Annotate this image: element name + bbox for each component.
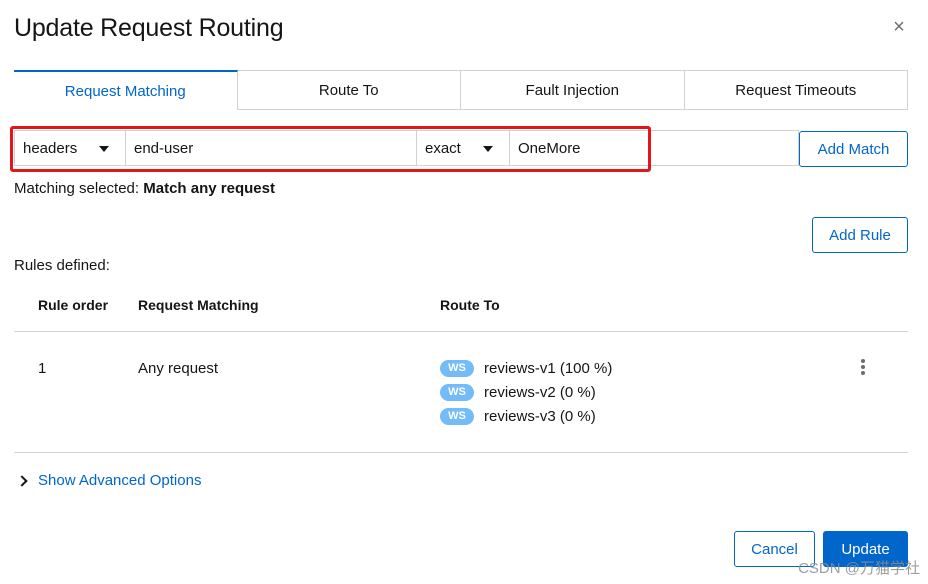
match-operator-value: exact xyxy=(425,139,461,157)
route-text: reviews-v2 (0 %) xyxy=(484,383,596,401)
ws-badge: WS xyxy=(440,383,474,401)
match-operator-select[interactable]: exact xyxy=(416,130,510,166)
match-value-input[interactable]: OneMore xyxy=(509,130,799,166)
match-type-select[interactable]: headers xyxy=(14,130,126,166)
route-text: reviews-v1 (100 %) xyxy=(484,359,613,377)
tab-bar: Request Matching Route To Fault Injectio… xyxy=(14,70,908,110)
tab-route-to[interactable]: Route To xyxy=(237,70,461,110)
column-header-rule-order: Rule order xyxy=(38,297,109,313)
ws-badge: WS xyxy=(440,359,474,377)
tab-request-matching[interactable]: Request Matching xyxy=(14,70,238,110)
header-name-input[interactable]: end-user xyxy=(125,130,417,166)
column-header-route-to: Route To xyxy=(440,297,500,313)
match-row: headers end-user exact OneMore xyxy=(14,130,908,166)
match-value-text: OneMore xyxy=(518,139,581,157)
table-header-divider xyxy=(14,331,908,332)
matching-selected-value: Match any request xyxy=(143,180,275,197)
tab-fault-injection[interactable]: Fault Injection xyxy=(461,70,685,110)
add-rule-button[interactable]: Add Rule xyxy=(812,217,908,253)
tab-request-timeouts[interactable]: Request Timeouts xyxy=(684,70,908,110)
ws-badge: WS xyxy=(440,407,474,425)
route-text: reviews-v3 (0 %) xyxy=(484,407,596,425)
watermark: CSDN @万猫学社 xyxy=(798,560,920,577)
match-type-value: headers xyxy=(23,139,78,157)
kebab-icon[interactable] xyxy=(858,358,868,378)
matching-selected: Matching selected: Match any request xyxy=(14,180,275,197)
chevron-right-icon xyxy=(16,474,28,487)
show-advanced-options-label: Show Advanced Options xyxy=(38,472,202,489)
show-advanced-options-toggle[interactable]: Show Advanced Options xyxy=(16,472,202,489)
request-matching-cell: Any request xyxy=(138,360,219,377)
rules-defined-label: Rules defined: xyxy=(14,257,110,274)
rule-order-cell: 1 xyxy=(38,360,47,377)
route-item: WS reviews-v2 (0 %) xyxy=(440,382,596,402)
table-bottom-divider xyxy=(14,452,908,453)
matching-selected-prefix: Matching selected: xyxy=(14,180,140,197)
column-header-request-matching: Request Matching xyxy=(138,297,259,313)
route-item: WS reviews-v1 (100 %) xyxy=(440,358,612,378)
close-icon[interactable]: × xyxy=(890,17,908,37)
add-match-button[interactable]: Add Match xyxy=(799,131,908,167)
caret-down-icon xyxy=(483,146,493,152)
route-item: WS reviews-v3 (0 %) xyxy=(440,406,596,426)
header-name-value: end-user xyxy=(134,139,194,157)
caret-down-icon xyxy=(99,146,109,152)
page-title: Update Request Routing xyxy=(14,14,284,42)
